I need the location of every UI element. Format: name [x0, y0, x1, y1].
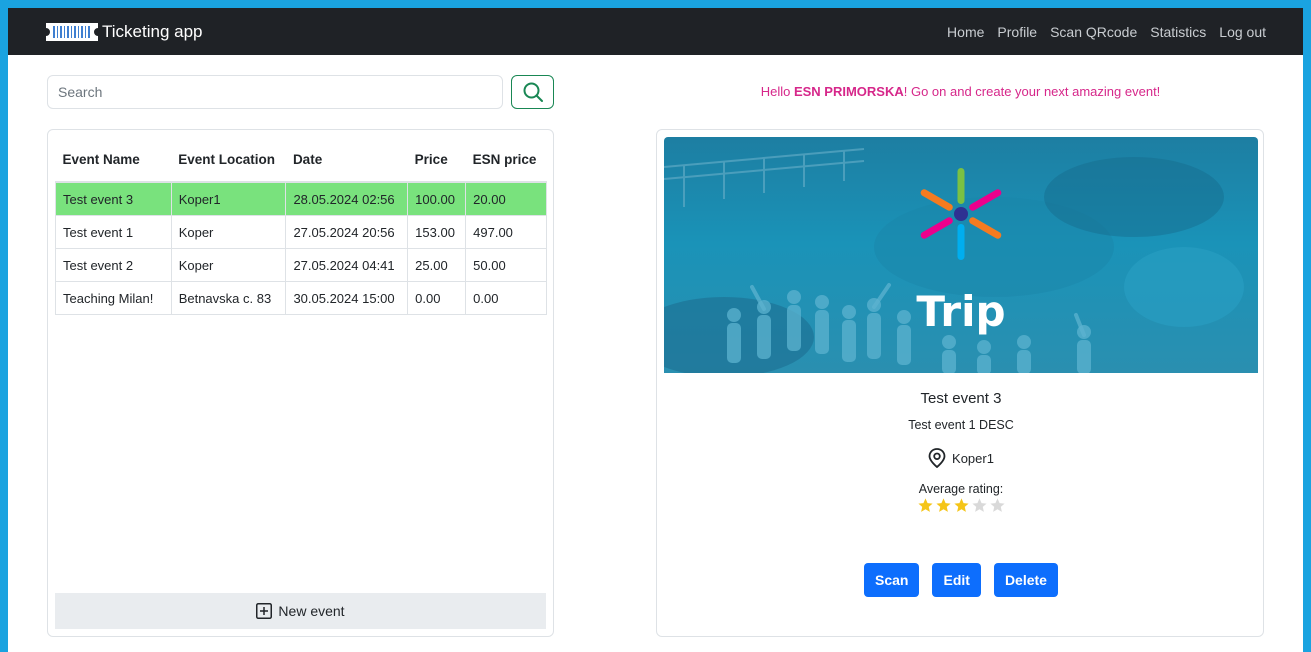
brand[interactable]: Ticketing app [46, 22, 202, 42]
star-icon [917, 498, 933, 512]
table-row[interactable]: Teaching Milan! Betnavska c. 83 30.05.20… [55, 281, 547, 315]
banner-title: Trip [916, 287, 1006, 336]
brand-title: Ticketing app [102, 21, 203, 41]
cell-event-location: Koper [170, 248, 287, 282]
edit-button[interactable]: Edit [932, 563, 981, 597]
event-detail-card: Trip Test event 3 Test event 1 DESC Kope… [656, 129, 1264, 637]
star-icon [989, 498, 1005, 512]
table-row[interactable]: Test event 2 Koper 27.05.2024 04:41 25.0… [55, 248, 547, 282]
cell-esn-price: 0.00 [465, 281, 547, 315]
star-icon [971, 498, 987, 512]
plus-square-icon [256, 603, 273, 619]
barcode-ticket-icon [46, 22, 98, 41]
cell-event-name: Teaching Milan! [55, 281, 172, 315]
cell-date: 28.05.2024 02:56 [285, 181, 409, 216]
star-icon [935, 498, 951, 512]
header-esn-price[interactable]: ESN price [465, 137, 547, 183]
table-header-row: Event Name Event Location Date Price ESN… [55, 137, 547, 183]
cell-date: 27.05.2024 20:56 [285, 215, 409, 249]
app-window: Ticketing app Home Profile Scan QRcode S… [8, 8, 1303, 652]
cell-esn-price: 497.00 [465, 215, 547, 249]
search-button[interactable] [511, 75, 554, 109]
cell-event-name: Test event 2 [55, 248, 172, 282]
cell-event-name: Test event 3 [55, 181, 172, 216]
rating-label: Average rating: [918, 482, 1004, 496]
banner-photo [664, 148, 1244, 373]
cell-event-location: Betnavska c. 83 [170, 281, 287, 315]
cell-price: 0.00 [407, 281, 467, 315]
new-event-label: New event [278, 603, 345, 619]
events-table: Event Name Event Location Date Price ESN… [55, 137, 547, 315]
new-event-button[interactable]: New event [55, 593, 546, 629]
cell-date: 30.05.2024 15:00 [285, 281, 409, 315]
cell-price: 153.00 [407, 215, 467, 249]
nav-link-scan-qrcode[interactable]: Scan QRcode [1050, 24, 1137, 40]
search-icon [523, 82, 543, 102]
table-row[interactable]: Test event 3 Koper1 28.05.2024 02:56 100… [55, 181, 547, 216]
event-location: Koper1 [657, 448, 1265, 468]
cell-event-location: Koper [170, 215, 287, 249]
cell-event-location: Koper1 [170, 181, 287, 216]
header-event-name[interactable]: Event Name [55, 137, 172, 183]
nav-link-home[interactable]: Home [947, 24, 984, 40]
star-icon [953, 498, 969, 512]
table-row[interactable]: Test event 1 Koper 27.05.2024 20:56 153.… [55, 215, 547, 249]
nav-link-statistics[interactable]: Statistics [1150, 24, 1206, 40]
map-pin-icon [928, 448, 946, 468]
greeting-suffix: ! Go on and create your next amazing eve… [903, 84, 1161, 99]
event-description: Test event 1 DESC [908, 418, 1014, 432]
nav-link-log-out[interactable]: Log out [1219, 24, 1266, 40]
rating-stars [657, 497, 1265, 514]
events-table-card: Event Name Event Location Date Price ESN… [47, 129, 554, 637]
cell-event-name: Test event 1 [55, 215, 172, 249]
navbar: Ticketing app Home Profile Scan QRcode S… [8, 8, 1303, 55]
greeting-prefix: Hello [760, 84, 794, 99]
greeting-organization: ESN PRIMORSKA [793, 84, 904, 99]
cell-esn-price: 20.00 [465, 181, 547, 216]
event-location-text: Koper1 [952, 450, 994, 466]
header-price[interactable]: Price [407, 137, 466, 183]
header-date[interactable]: Date [285, 137, 408, 183]
event-title: Test event 3 [920, 390, 1002, 407]
action-buttons: Scan Edit Delete [657, 563, 1265, 597]
cell-price: 100.00 [407, 181, 467, 216]
search-input[interactable] [47, 75, 503, 109]
header-event-location[interactable]: Event Location [171, 137, 286, 183]
cell-esn-price: 50.00 [465, 248, 547, 282]
nav-link-profile[interactable]: Profile [997, 24, 1037, 40]
delete-button[interactable]: Delete [993, 563, 1058, 597]
nav-links: Home Profile Scan QRcode Statistics Log … [947, 24, 1266, 40]
cell-date: 27.05.2024 04:41 [285, 248, 409, 282]
cell-price: 25.00 [407, 248, 467, 282]
greeting-message: Hello ESN PRIMORSKA! Go on and create yo… [658, 84, 1263, 99]
event-banner-image: Trip [664, 137, 1258, 373]
scan-button[interactable]: Scan [864, 563, 920, 597]
